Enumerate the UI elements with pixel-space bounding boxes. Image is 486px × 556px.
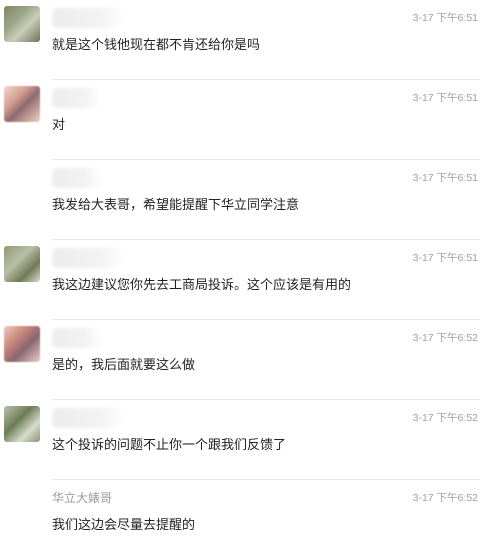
blurred-username [52,408,124,428]
blurred-username [52,328,102,348]
comment-time: 3-17 下午6:51 [412,252,478,264]
comment-item: 3-17 下午6:51 我这边建议您你先去工商局投诉。这个应该是有用的 [0,240,486,320]
avatar[interactable] [4,486,40,522]
avatar[interactable] [4,166,40,202]
comment-text: 这个投诉的问题不止你一个跟我们反馈了 [52,438,287,453]
avatar[interactable] [4,246,40,282]
comment-item: 3-17 下午6:52 这个投诉的问题不止你一个跟我们反馈了 [0,400,486,480]
comment-text: 对 [52,118,66,133]
comment-text: 就是这个钱他现在都不肯还给你是吗 [52,38,261,53]
comment-text: 我这边建议您你先去工商局投诉。这个应该是有用的 [52,278,352,293]
blurred-username [52,248,124,268]
comment-time: 3-17 下午6:51 [412,172,478,184]
avatar[interactable] [4,6,40,42]
comment-text: 是的，我后面就要这么做 [52,358,196,373]
comment-item: 华立大婊哥 3-17 下午6:52 我们这边会尽量去提醒的 [0,480,486,556]
comment-time: 3-17 下午6:52 [412,332,478,344]
avatar[interactable] [4,86,40,122]
comment-time: 3-17 下午6:52 [412,492,478,504]
comment-item: 3-17 下午6:51 就是这个钱他现在都不肯还给你是吗 [0,0,486,80]
comment-text: 我们这边会尽量去提醒的 [52,518,196,533]
comment-item: 3-17 下午6:51 对 [0,80,486,160]
comment-item: 3-17 下午6:51 我发给大表哥，希望能提醒下华立同学注意 [0,160,486,240]
avatar[interactable] [4,326,40,362]
blurred-username [52,88,100,108]
comment-time: 3-17 下午6:51 [412,12,478,24]
comment-time: 3-17 下午6:52 [412,412,478,424]
avatar[interactable] [4,406,40,442]
comment-text: 我发给大表哥，希望能提醒下华立同学注意 [52,198,300,213]
comment-time: 3-17 下午6:51 [412,92,478,104]
comment-author[interactable]: 华立大婊哥 [52,489,112,506]
comment-item: 3-17 下午6:52 是的，我后面就要这么做 [0,320,486,400]
blurred-username [52,168,102,188]
blurred-username [52,8,124,28]
